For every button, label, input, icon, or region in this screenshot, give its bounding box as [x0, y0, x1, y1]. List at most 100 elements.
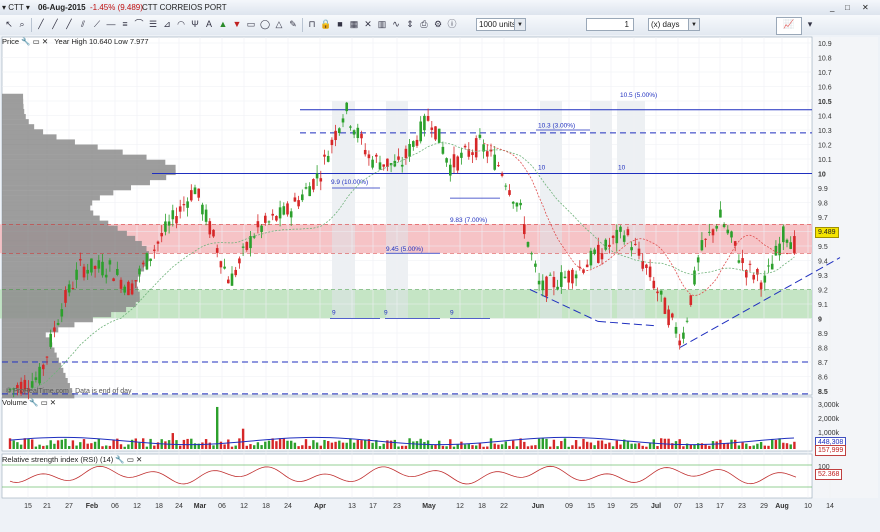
cursor-icon[interactable]: ↖	[3, 18, 15, 30]
line-tool-icon[interactable]: ╱	[35, 18, 47, 30]
candle-body	[752, 274, 755, 280]
volume-bar	[304, 439, 308, 449]
window-icon[interactable]: ▭	[41, 398, 48, 407]
info-icon[interactable]: ⓘ	[446, 18, 458, 30]
color-swatch-icon[interactable]: ■	[334, 18, 346, 30]
volume-bar	[471, 445, 474, 449]
text-tool-icon[interactable]: A	[203, 18, 215, 30]
period-unit-select[interactable]: (x) days ▼	[648, 18, 700, 31]
units-select[interactable]: 1000 units ▼	[476, 18, 526, 31]
candle-body	[667, 309, 670, 326]
pen-tool-icon[interactable]: ✎	[287, 18, 299, 30]
volume-bar	[737, 445, 741, 449]
date-tick-label: May	[422, 503, 436, 510]
wrench-icon[interactable]: 🔧	[29, 398, 38, 407]
magnet-icon[interactable]: ⊓	[306, 18, 318, 30]
volume-bar	[445, 446, 448, 449]
candle-body	[730, 231, 733, 238]
date-tick-label: 06	[218, 503, 226, 510]
hline-tool-icon[interactable]: —	[105, 18, 117, 30]
lock-icon[interactable]: 🔒	[320, 18, 332, 30]
cycle-tool-icon[interactable]: ◠	[175, 18, 187, 30]
candle-body	[445, 158, 448, 163]
ray-tool-icon[interactable]: ╱	[49, 18, 61, 30]
date-tick-label: 17	[369, 503, 377, 510]
gann-tool-icon[interactable]: ⊿	[161, 18, 173, 30]
volume-bar	[241, 428, 245, 449]
pitchfork-tool-icon[interactable]: Ψ	[189, 18, 201, 30]
channel-tool-icon[interactable]: ⫽	[77, 18, 89, 30]
window-icon[interactable]: ▭	[33, 37, 40, 46]
candle-body	[145, 253, 149, 270]
ellipse-tool-icon[interactable]: ◯	[259, 18, 271, 30]
zoom-icon[interactable]: ⌕	[16, 18, 28, 30]
volume-bar	[523, 441, 526, 449]
volume-profile-bar	[2, 134, 57, 140]
delete-icon[interactable]: ✕	[362, 18, 374, 30]
sell-arrow-icon[interactable]: ▼	[231, 18, 243, 30]
volume-bar	[212, 445, 215, 449]
close-panel-icon[interactable]: ✕	[136, 455, 142, 464]
chart-style-icon[interactable]: 📈	[776, 17, 802, 35]
price-tick-label: 10.8	[818, 56, 832, 63]
volume-bar	[534, 445, 537, 449]
period-input[interactable]: 1	[586, 18, 634, 31]
volume-profile-bar	[2, 291, 140, 297]
volume-profile-bar	[2, 144, 98, 150]
volume-bar	[171, 433, 174, 449]
candle-body	[108, 260, 112, 265]
candle-body	[508, 190, 511, 195]
volume-panel-label: Volume	[2, 398, 28, 407]
volume-bar	[597, 440, 600, 449]
volume-bar	[119, 444, 123, 449]
candle-body	[79, 259, 82, 261]
candle-body	[571, 269, 574, 284]
candle-body	[511, 201, 515, 204]
rectangle-tool-icon[interactable]: ▭	[245, 18, 257, 30]
candle-body	[64, 290, 67, 303]
trend-tool-icon[interactable]: ╱	[63, 18, 75, 30]
fib-tool-icon[interactable]: ☰	[147, 18, 159, 30]
buy-arrow-icon[interactable]: ▲	[217, 18, 229, 30]
dropdown-chevron-icon[interactable]: ▾	[804, 18, 816, 30]
indicator-icon[interactable]: ∿	[390, 18, 402, 30]
volume-bar	[563, 438, 567, 449]
candle-body	[449, 164, 452, 176]
arc-tool-icon[interactable]: ⌒	[133, 18, 145, 30]
spinner-icon[interactable]	[636, 18, 639, 31]
candle-body	[227, 279, 230, 284]
symbol-menu[interactable]: ▾ CTT ▾	[2, 3, 30, 12]
close-icon[interactable]: ✕	[862, 3, 869, 12]
minimize-icon[interactable]: _	[830, 3, 834, 12]
chart-type-icon[interactable]: ▥	[376, 18, 388, 30]
fan-tool-icon[interactable]: ⟋	[91, 18, 103, 30]
volume-bar	[600, 440, 604, 449]
parallel-tool-icon[interactable]: ≡	[119, 18, 131, 30]
chevron-down-icon[interactable]: ▼	[688, 19, 699, 30]
scale-icon[interactable]: ⇕	[404, 18, 416, 30]
close-panel-icon[interactable]: ✕	[42, 37, 48, 46]
maximize-icon[interactable]: □	[845, 3, 850, 12]
wrench-icon[interactable]: 🔧	[21, 37, 30, 46]
candle-body	[437, 128, 441, 144]
triangle-tool-icon[interactable]: △	[273, 18, 285, 30]
volume-profile-bar	[2, 246, 147, 252]
volume-bar	[493, 443, 496, 449]
candle-body	[141, 262, 145, 265]
candle-body	[178, 206, 182, 212]
volume-profile-bar	[2, 139, 75, 145]
print-icon[interactable]: ⎙	[418, 18, 430, 30]
volume-bar	[145, 446, 149, 449]
close-panel-icon[interactable]: ✕	[50, 398, 56, 407]
wrench-icon[interactable]: 🔧	[115, 455, 124, 464]
price-tick-label: 9.7	[818, 215, 828, 222]
volume-profile-bar	[2, 174, 167, 181]
volume-bar	[101, 446, 104, 449]
volume-bar	[345, 442, 348, 449]
grid-icon[interactable]: ▦	[348, 18, 360, 30]
window-icon[interactable]: ▭	[127, 455, 134, 464]
volume-bar	[412, 441, 415, 449]
settings-icon[interactable]: ⚙	[432, 18, 444, 30]
volume-profile-bar	[2, 256, 150, 262]
chevron-down-icon[interactable]: ▼	[514, 19, 525, 30]
